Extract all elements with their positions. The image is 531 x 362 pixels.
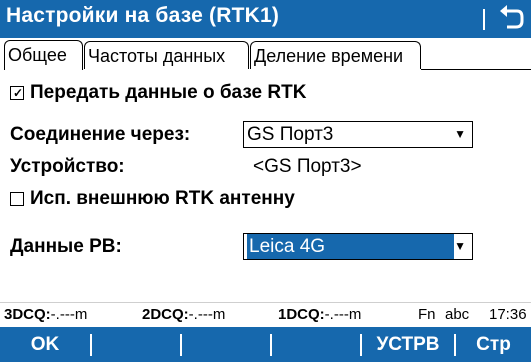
dropdown-arrow-icon: ▼ [454,127,466,141]
dropdown-arrow-icon: ▼ [454,239,466,253]
send-rtk-row[interactable]: ✓ Передать данные о базе RTK [10,82,306,104]
tab-time-slicing[interactable]: Деление времени [250,41,421,69]
page-button[interactable]: Стр [456,327,531,362]
tab-baseline [421,69,531,70]
status-1dcq: 1DCQ:-.---m [278,306,362,323]
page-title: Настройки на базе (RTK1) [6,4,280,27]
status-2dcq: 2DCQ:-.---m [142,306,226,323]
status-input-mode: abc [445,306,470,323]
status-time: 17:36 [489,306,527,323]
softkey-f3[interactable] [182,327,270,362]
status-3dcq: 3DCQ:-.---m [4,306,88,323]
title-bar: Настройки на базе (RTK1) [0,0,531,38]
softkey-f4[interactable] [272,327,360,362]
rt-data-label: Данные РВ: [10,236,122,257]
device-value: <GS Порт3> [253,156,362,177]
connection-value: GS Порт3 [247,124,334,145]
rt-data-value: Leica 4G [247,234,454,259]
send-rtk-label: Передать данные о базе RTK [30,82,307,103]
ok-button[interactable]: OK [0,327,90,362]
connection-label: Соединение через: [10,124,191,145]
external-antenna-row[interactable]: Исп. внешнюю RTK антенну [10,188,295,210]
status-fn: Fn [418,306,436,323]
status-bar: 3DCQ:-.---m 2DCQ:-.---m 1DCQ:-.---m Fn a… [0,302,531,327]
softkey-f2[interactable] [92,327,180,362]
send-rtk-checkbox[interactable]: ✓ [10,85,24,100]
device-button[interactable]: УСТРВ [362,327,454,362]
device-label: Устройство: [10,156,125,177]
external-antenna-label: Исп. внешнюю RTK антенну [30,188,295,209]
check-icon: ✓ [13,85,24,100]
connection-select[interactable]: GS Порт3 ▼ [243,121,473,148]
back-icon[interactable] [495,3,527,35]
external-antenna-checkbox[interactable] [10,191,24,206]
title-separator [483,9,485,30]
tab-data-frequency[interactable]: Частоты данных [84,41,249,69]
tab-general[interactable]: Общее [4,40,83,70]
rt-data-select[interactable]: Leica 4G ▼ [243,233,473,260]
softkey-bar: OK УСТРВ Стр [0,327,531,362]
